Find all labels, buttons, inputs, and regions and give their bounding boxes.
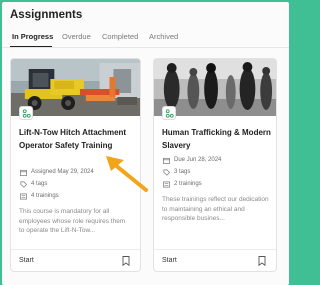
assigned-date: Assigned May 29, 2024 [19,168,94,176]
learning-path-icon [19,106,33,120]
start-button[interactable]: Start [19,257,34,264]
tags-count-text: 3 tags [174,169,191,175]
start-button[interactable]: Start [162,257,177,264]
trainings-count: 4 trainings [19,192,59,200]
card-footer: Start [11,249,140,271]
assignment-card[interactable]: Human Trafficking & Modern Slavery Due J… [153,58,277,272]
bookmark-icon[interactable] [122,256,130,266]
course-title[interactable]: Human Trafficking & Modern Slavery [162,127,274,152]
tabs-divider [2,47,289,48]
trainings-count-text: 2 trainings [174,181,202,187]
assignments-panel: Assignments In Progress Overdue Complete… [2,2,289,285]
learning-path-icon [162,106,176,120]
card-footer: Start [154,249,276,271]
calendar-icon [162,156,170,164]
course-description: This course is mandatory for all employe… [19,208,126,234]
tag-icon [19,180,27,188]
tab-archived[interactable]: Archived [149,32,178,41]
page-title: Assignments [10,9,83,21]
training-icon [19,192,27,200]
tags-count: 3 tags [162,168,190,176]
calendar-icon [19,168,27,176]
course-description: These trainings reflect our dedication t… [162,196,269,222]
trainings-count: 2 trainings [162,180,202,188]
course-title[interactable]: Lift-N-Tow Hitch Attachment Operator Saf… [19,127,137,152]
due-date-text: Due Jun 28, 2024 [174,157,222,163]
tags-count: 4 tags [19,180,47,188]
tab-overdue[interactable]: Overdue [62,32,91,41]
assignment-card[interactable]: Lift-N-Tow Hitch Attachment Operator Saf… [10,58,141,272]
tags-count-text: 4 tags [31,181,48,187]
trainings-count-text: 4 trainings [31,193,59,199]
tag-icon [162,168,170,176]
tab-bar: In Progress Overdue Completed Archived [2,32,289,48]
due-date: Due Jun 28, 2024 [162,156,221,164]
assigned-date-text: Assigned May 29, 2024 [31,169,94,175]
tab-in-progress[interactable]: In Progress [12,32,53,41]
tab-completed[interactable]: Completed [102,32,138,41]
training-icon [162,180,170,188]
bookmark-icon[interactable] [258,256,266,266]
